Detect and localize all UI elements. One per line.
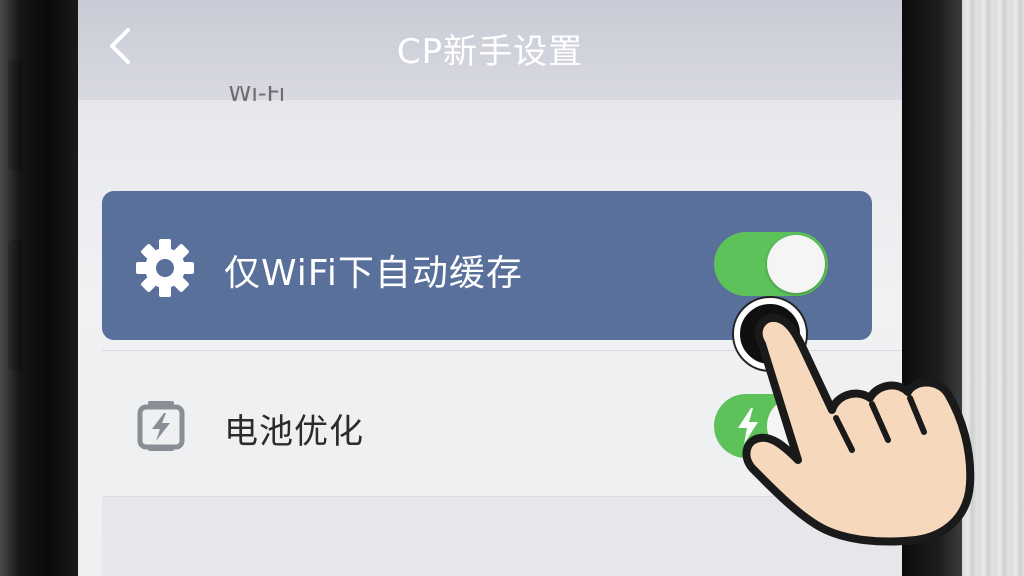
page-title: CP新手设置 (396, 32, 584, 72)
setting-label-battery: 电池优化 (224, 412, 364, 452)
phone-bezel-left (0, 0, 78, 576)
partial-row-text: Wi-Fi (228, 86, 286, 102)
setting-label-wifi-cache: 仅WiFi下自动缓存 (224, 253, 523, 294)
phone-side-button (8, 60, 22, 170)
wifi-cache-toggle[interactable] (714, 232, 828, 296)
battery-icon (137, 401, 185, 451)
gear-icon (136, 239, 194, 297)
phone-side-button (8, 240, 22, 370)
pointing-hand-icon (742, 314, 975, 546)
title-bar: CP新手设置 (78, 0, 902, 100)
toggle-knob (767, 235, 825, 293)
